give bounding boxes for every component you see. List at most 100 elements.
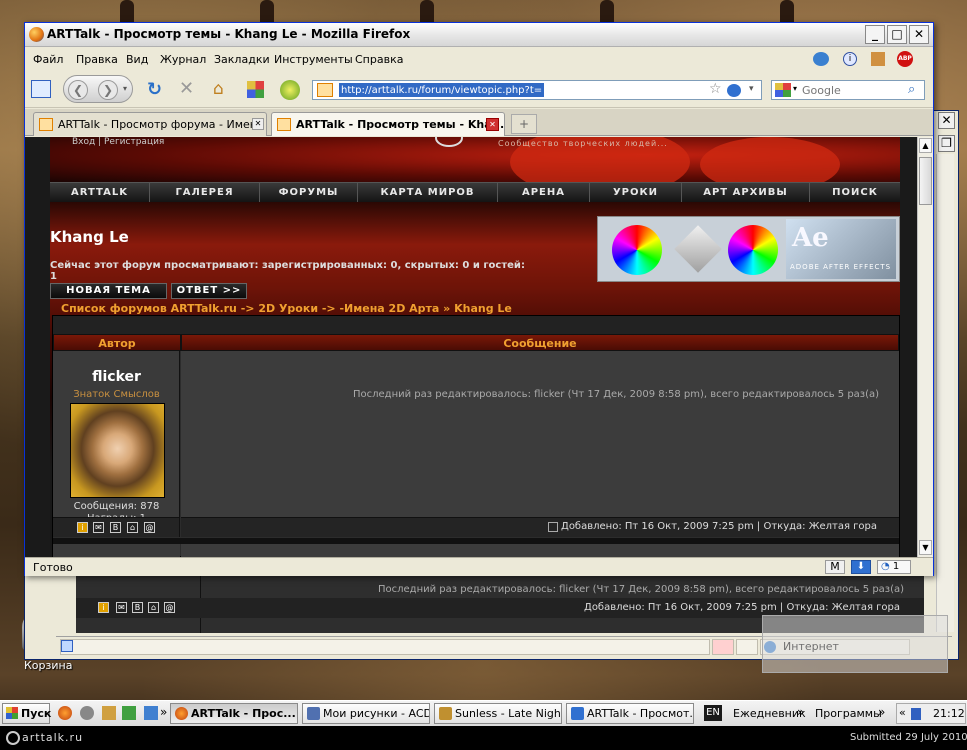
wallpaper-detail (260, 0, 274, 22)
vertical-scrollbar[interactable]: ▲ ▼ (917, 137, 933, 557)
reply-button[interactable]: ОТВЕТ >> (171, 283, 247, 299)
icq-icon[interactable]: @ (144, 522, 155, 533)
taskbar-item-ie[interactable]: ARTTalk - Просмот... (566, 703, 694, 724)
home-icon[interactable]: ⌂ (127, 522, 138, 533)
toolbar-expand-icon[interactable]: » (878, 705, 885, 719)
package-icon[interactable] (871, 52, 885, 66)
blog-icon[interactable]: B (110, 522, 121, 533)
nav-art-archives[interactable]: АРТ АРХИВЫ (682, 183, 810, 203)
menu-file[interactable]: Файл (33, 53, 63, 66)
menu-history[interactable]: Журнал (160, 53, 206, 66)
restore-icon[interactable]: ❐ (938, 135, 955, 152)
language-indicator[interactable]: EN (704, 705, 722, 721)
new-topic-button[interactable]: НОВАЯ ТЕМА (50, 283, 167, 299)
sidebar-icon[interactable] (31, 80, 51, 98)
close-button[interactable]: ✕ (909, 25, 929, 44)
google-icon[interactable] (775, 83, 791, 97)
title-bar[interactable]: ARTTalk - Просмотр темы - Khang Le - Moz… (25, 23, 933, 47)
history-dropdown-icon[interactable]: ▾ (123, 84, 127, 93)
speed-dial-icon[interactable] (247, 81, 264, 98)
app-quicklaunch-icon[interactable] (80, 706, 94, 720)
firefox-window[interactable]: ARTTalk - Просмотр темы - Khang Le - Moz… (24, 22, 934, 576)
nav-lessons[interactable]: УРОКИ (590, 183, 682, 203)
page-action-icon[interactable] (727, 84, 741, 97)
taskbar-item-acdsee[interactable]: Мои рисунки - ACD... (302, 703, 430, 724)
search-input[interactable] (802, 83, 902, 97)
mail-status-icon[interactable]: M (825, 560, 845, 574)
profile-icon[interactable]: i (77, 522, 88, 533)
search-engine-dropdown-icon[interactable]: ▾ (793, 84, 797, 93)
taskbar-item-firefox[interactable]: ARTTalk - Прос... (170, 703, 298, 724)
home-icon[interactable]: ⌂ (213, 79, 224, 99)
taskbar: Пуск » ARTTalk - Прос... Мои рисунки - A… (0, 700, 967, 726)
rss-counter[interactable]: ◔ 1 (877, 560, 911, 574)
scroll-thumb[interactable] (919, 157, 932, 205)
stop-icon[interactable]: ✕ (179, 78, 194, 99)
menu-tools[interactable]: Инструменты (274, 53, 353, 66)
home-icon[interactable]: ⌂ (148, 602, 159, 613)
nav-gallery[interactable]: ГАЛЕРЕЯ (150, 183, 260, 203)
nav-arena[interactable]: АРЕНА (498, 183, 590, 203)
adblock-icon[interactable]: ABP (897, 51, 913, 67)
download-icon[interactable]: ⬇ (851, 560, 871, 574)
search-bar[interactable]: ▾ ⌕ (771, 80, 925, 100)
tab-close-icon[interactable]: ✕ (252, 118, 264, 130)
nav-search[interactable]: ПОИСК (810, 183, 900, 203)
nav-forums[interactable]: ФОРУМЫ (260, 183, 358, 203)
firefox-quicklaunch-icon[interactable] (58, 706, 72, 720)
blocked-icon[interactable] (712, 639, 734, 655)
start-button[interactable]: Пуск (2, 703, 51, 724)
site-logo-icon (435, 137, 463, 147)
scroll-up-icon[interactable]: ▲ (919, 138, 932, 153)
search-icon[interactable]: ⌕ (908, 82, 915, 97)
menu-edit[interactable]: Правка (76, 53, 118, 66)
tab-topic[interactable]: ARTTalk - Просмотр темы - Kha... ✕ (271, 112, 505, 136)
blog-icon[interactable]: B (132, 602, 143, 613)
icq-icon[interactable]: @ (164, 602, 175, 613)
nav-arttalk[interactable]: ARTTALK (50, 183, 150, 203)
scroll-down-icon[interactable]: ▼ (919, 540, 932, 555)
bookmark-star-icon[interactable]: ☆ (709, 81, 722, 97)
minimize-button[interactable]: _ (865, 25, 885, 44)
network-icon[interactable] (911, 708, 921, 720)
menu-view[interactable]: Вид (126, 53, 148, 66)
outlook-quicklaunch-icon[interactable] (144, 706, 158, 720)
extension-icon[interactable] (813, 52, 829, 66)
toolbar-programs[interactable]: Программы (815, 707, 882, 720)
back-button[interactable]: ❮ (68, 80, 88, 100)
post-author-name[interactable]: flicker (53, 369, 180, 385)
background-scrollbar[interactable] (936, 154, 954, 632)
nav-world-map[interactable]: КАРТА МИРОВ (358, 183, 498, 203)
menu-bookmarks[interactable]: Закладки (214, 53, 270, 66)
url-dropdown-icon[interactable]: ▾ (749, 84, 754, 94)
quicklaunch-expand-icon[interactable]: » (160, 705, 167, 719)
breadcrumb[interactable]: Список форумов ARTTalk.ru -> 2D Уроки ->… (61, 302, 512, 315)
toolbar-expand-icon[interactable]: » (797, 705, 804, 719)
mail-icon[interactable]: ✉ (93, 522, 104, 533)
mail-icon[interactable]: ✉ (116, 602, 127, 613)
url-input[interactable] (339, 83, 544, 97)
maximize-button[interactable]: □ (887, 25, 907, 44)
taskbar-item-sunless[interactable]: Sunless - Late Night ... (434, 703, 562, 724)
addon-icon[interactable] (280, 80, 300, 100)
rss-icon: ◔ (881, 561, 890, 572)
taskbar-item-label: ARTTalk - Просмот... (587, 707, 694, 720)
check-quicklaunch-icon[interactable] (122, 706, 136, 720)
menu-help[interactable]: Справка (355, 53, 403, 66)
post-link-icon[interactable] (548, 522, 558, 532)
tray-expand-icon[interactable]: « (899, 706, 906, 719)
forward-button[interactable]: ❯ (98, 80, 118, 100)
edit-quicklaunch-icon[interactable] (102, 706, 116, 720)
tab-close-icon[interactable]: ✕ (486, 118, 499, 131)
login-links[interactable]: Вход | Регистрация (72, 137, 164, 147)
url-bar[interactable]: ☆ ▾ (312, 80, 762, 100)
toolbar-calendar[interactable]: Ежедневник (733, 707, 806, 720)
profile-icon[interactable]: i (98, 602, 109, 613)
wallpaper-detail (120, 0, 134, 22)
banner-thumbnails[interactable]: Ae ADOBE AFTER EFFECTS (597, 216, 900, 282)
reload-icon[interactable]: ↻ (147, 79, 162, 100)
new-tab-button[interactable]: + (511, 114, 537, 134)
info-icon[interactable]: i (843, 52, 857, 66)
close-icon[interactable]: ✕ (938, 112, 955, 129)
tab-forum-list[interactable]: ARTTalk - Просмотр форума - Имена ... ✕ (33, 112, 267, 136)
